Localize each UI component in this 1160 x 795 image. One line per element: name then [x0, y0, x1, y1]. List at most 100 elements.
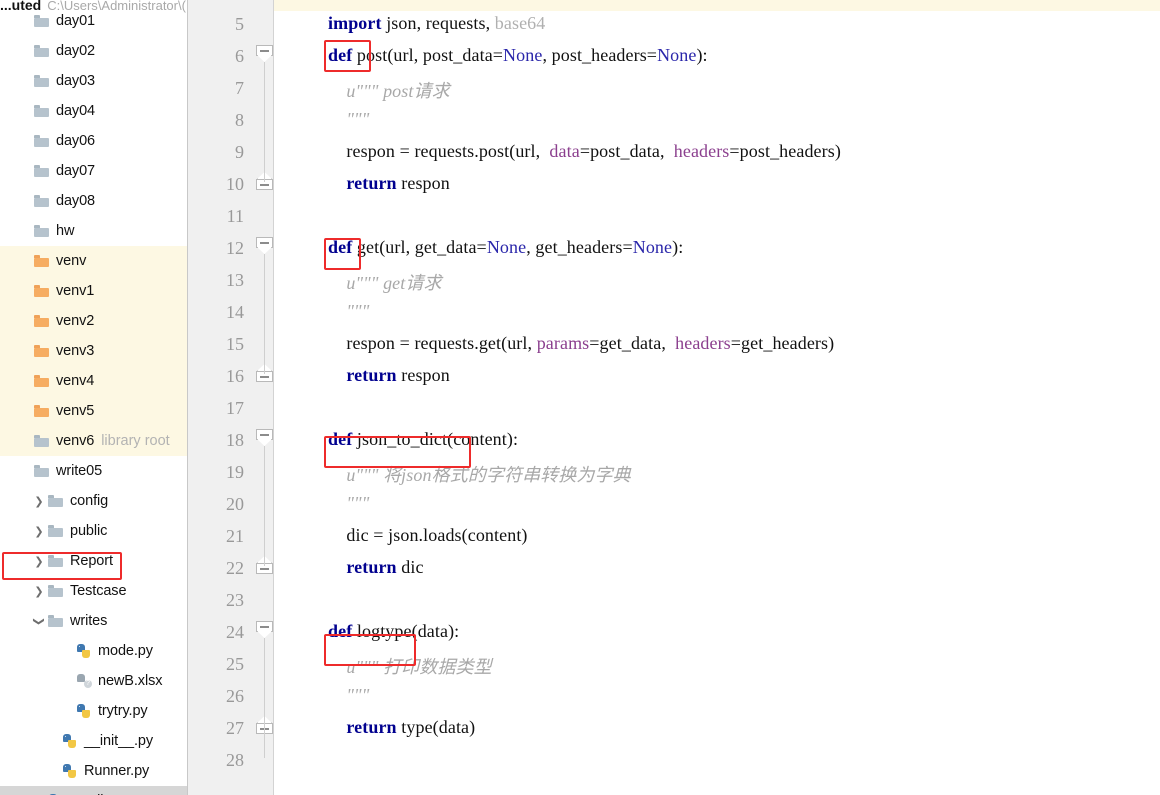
chevron-right-icon[interactable]: ❯: [32, 586, 46, 597]
fold-end-marker[interactable]: [256, 716, 276, 741]
code-line[interactable]: respon = requests.post(url, data=post_da…: [188, 136, 1160, 168]
code-token: None: [486, 237, 527, 257]
folder-orange-icon: [33, 344, 50, 358]
code-line-text: """: [328, 301, 369, 322]
tree-item-newb-xlsx[interactable]: ? newB.xlsx: [0, 666, 187, 696]
code-token: respon: [396, 173, 450, 193]
code-line[interactable]: """: [188, 488, 1160, 520]
code-line-text: import json, requests, base64: [328, 13, 545, 34]
code-token: data: [549, 141, 580, 161]
code-line[interactable]: import json, requests, base64: [188, 8, 1160, 40]
code-line[interactable]: return dic: [188, 552, 1160, 584]
tree-item-writes[interactable]: ❯ writes: [0, 606, 187, 636]
tree-item-day04[interactable]: day04: [0, 96, 187, 126]
python-file-icon: [61, 764, 78, 778]
tree-item-day06[interactable]: day06: [0, 126, 187, 156]
tree-item-testcase[interactable]: ❯ Testcase: [0, 576, 187, 606]
code-token: (content):: [447, 429, 519, 449]
code-token: None: [503, 45, 543, 65]
chevron-right-icon[interactable]: ❯: [32, 496, 46, 507]
code-line[interactable]: [188, 392, 1160, 424]
code-token: =post_headers): [729, 141, 841, 161]
code-token: u""" 将json格式的字符串转换为字典: [328, 465, 631, 485]
code-line[interactable]: u""" get请求: [188, 264, 1160, 296]
tree-item-label: venv2: [56, 313, 95, 329]
chevron-down-icon[interactable]: ❯: [33, 614, 46, 628]
code-line[interactable]: u""" 打印数据类型: [188, 648, 1160, 680]
code-token: dic = json.loads(content): [328, 525, 528, 545]
pycharm-window: ...uted C:\Users\Administrator\( day01 da…: [0, 0, 1160, 795]
tree-item-venv5[interactable]: venv5: [0, 396, 187, 426]
tree-item-day03[interactable]: day03: [0, 66, 187, 96]
code-line[interactable]: return respon: [188, 360, 1160, 392]
code-token: """: [328, 685, 370, 705]
code-token: =post_data,: [579, 141, 674, 161]
tree-item-label: Runner.py: [84, 763, 150, 779]
project-sidebar[interactable]: ...uted C:\Users\Administrator\( day01 da…: [0, 0, 188, 795]
code-line[interactable]: [188, 744, 1160, 776]
tree-item-venv1[interactable]: venv1: [0, 276, 187, 306]
code-line[interactable]: u""" post请求: [188, 72, 1160, 104]
code-line[interactable]: return type(data): [188, 712, 1160, 744]
code-line[interactable]: """: [188, 104, 1160, 136]
tree-item-venv4[interactable]: venv4: [0, 366, 187, 396]
tree-item-init-py[interactable]: __init__.py: [0, 726, 187, 756]
code-token: params: [536, 333, 590, 353]
tree-item-venv[interactable]: venv: [0, 246, 187, 276]
tree-item-day01[interactable]: day01: [0, 6, 187, 36]
tree-item-runner-py[interactable]: Runner.py: [0, 756, 187, 786]
tree-item-hw[interactable]: hw: [0, 216, 187, 246]
fold-start-marker[interactable]: [256, 45, 276, 63]
fold-end-marker[interactable]: [256, 556, 276, 581]
tree-item-day02[interactable]: day02: [0, 36, 187, 66]
tree-item-venv3[interactable]: venv3: [0, 336, 187, 366]
code-line[interactable]: def get(url, get_data=None, get_headers=…: [188, 232, 1160, 264]
code-line[interactable]: def logtype(data):: [188, 616, 1160, 648]
code-line-text: """: [328, 493, 369, 514]
python-file-icon: [75, 644, 92, 658]
tree-item-label: day07: [56, 163, 96, 179]
tree-item-mode-py[interactable]: mode.py: [0, 636, 187, 666]
code-line[interactable]: [188, 200, 1160, 232]
code-token: type(data): [396, 717, 476, 737]
code-token: import: [328, 13, 382, 33]
folder-gray-icon: [33, 14, 50, 28]
fold-start-marker[interactable]: [256, 429, 276, 447]
code-line[interactable]: def json_to_dict(content):: [188, 424, 1160, 456]
code-token: respon: [396, 365, 450, 385]
tree-item-venv6[interactable]: venv6 library root: [0, 426, 187, 456]
code-line[interactable]: u""" 将json格式的字符串转换为字典: [188, 456, 1160, 488]
tree-item-mylibrary-py[interactable]: MyLibrary.py: [0, 786, 187, 795]
tree-item-label: writes: [70, 613, 108, 629]
code-line[interactable]: """: [188, 680, 1160, 712]
fold-start-marker[interactable]: [256, 237, 276, 255]
tree-item-day08[interactable]: day08: [0, 186, 187, 216]
fold-end-marker[interactable]: [256, 172, 276, 197]
tree-item-label: public: [70, 523, 108, 539]
chevron-right-icon[interactable]: ❯: [32, 556, 46, 567]
tree-item-label: venv5: [56, 403, 95, 419]
fold-end-marker[interactable]: [256, 364, 276, 389]
folder-gray-icon: [47, 494, 64, 508]
code-line[interactable]: respon = requests.get(url, params=get_da…: [188, 328, 1160, 360]
tree-item-day07[interactable]: day07: [0, 156, 187, 186]
tree-item-public[interactable]: ❯ public: [0, 516, 187, 546]
code-token: logtype: [356, 621, 412, 641]
code-token: =get_headers): [730, 333, 835, 353]
folder-orange-icon: [33, 254, 50, 268]
code-line[interactable]: def post(url, post_data=None, post_heade…: [188, 40, 1160, 72]
code-line[interactable]: return respon: [188, 168, 1160, 200]
code-line[interactable]: """: [188, 296, 1160, 328]
code-line[interactable]: dic = json.loads(content): [188, 520, 1160, 552]
code-line-text: return dic: [328, 557, 424, 578]
editor-pane[interactable]: 5 6 7 8 9 10 11 12 13 14 15 16 17 18 19 20 21 22 23 24 25 26 2…: [188, 0, 1160, 795]
tree-item-report[interactable]: ❯ Report: [0, 546, 187, 576]
tree-item-write05[interactable]: write05: [0, 456, 187, 486]
fold-start-marker[interactable]: [256, 621, 276, 639]
tree-item-venv2[interactable]: venv2: [0, 306, 187, 336]
tree-item-config[interactable]: ❯ config: [0, 486, 187, 516]
tree-item-trytry-py[interactable]: trytry.py: [0, 696, 187, 726]
code-line[interactable]: [188, 584, 1160, 616]
code-line-text: dic = json.loads(content): [328, 525, 528, 546]
chevron-right-icon[interactable]: ❯: [32, 526, 46, 537]
